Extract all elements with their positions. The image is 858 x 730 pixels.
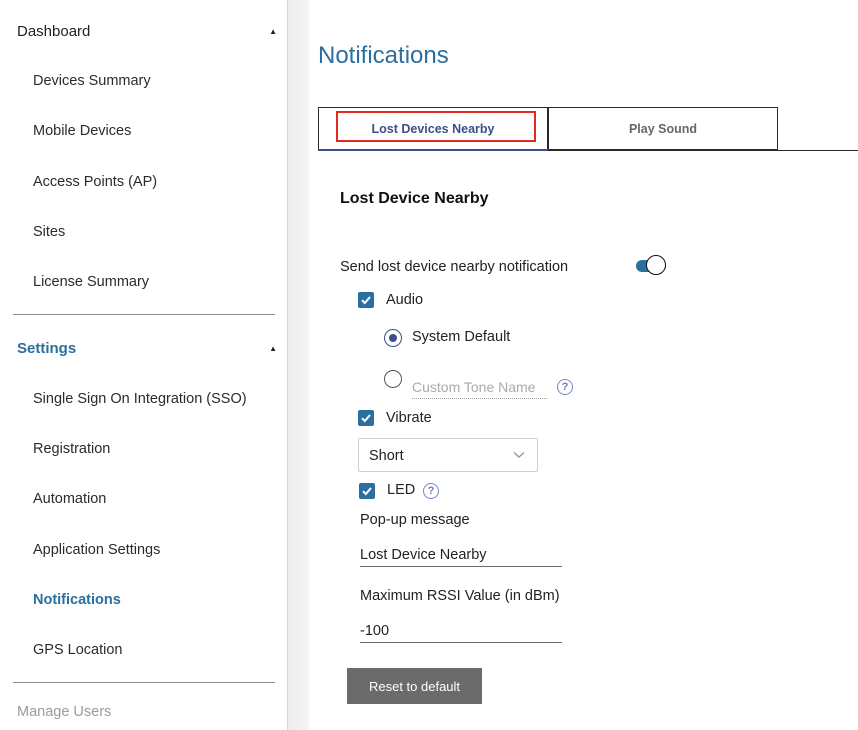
active-tab-indicator xyxy=(318,149,548,151)
sidebar-item-gps-location[interactable]: GPS Location xyxy=(33,637,122,663)
popup-message-input[interactable] xyxy=(360,544,562,567)
sidebar-gutter xyxy=(288,0,309,730)
sidebar-item-registration[interactable]: Registration xyxy=(33,436,110,462)
sidebar-section-label: Settings xyxy=(17,339,77,357)
popup-message-label: Pop-up message xyxy=(360,512,470,528)
tab-label: Play Sound xyxy=(628,121,698,136)
select-value: Short xyxy=(369,448,404,464)
sidebar-item-manage-users[interactable]: Manage Users xyxy=(17,704,111,720)
caret-up-icon: ▲ xyxy=(269,343,277,353)
chevron-down-icon xyxy=(513,451,525,458)
sidebar-divider xyxy=(13,682,275,683)
sidebar-item-application-settings[interactable]: Application Settings xyxy=(33,537,160,563)
sidebar-item-notifications[interactable]: Notifications xyxy=(33,587,121,613)
sidebar-item-mobile-devices[interactable]: Mobile Devices xyxy=(33,118,131,144)
help-icon[interactable]: ? xyxy=(557,379,573,395)
sidebar-item-sites[interactable]: Sites xyxy=(33,219,65,245)
tab-play-sound[interactable]: Play Sound xyxy=(548,107,778,150)
sidebar-item-license-summary[interactable]: License Summary xyxy=(33,269,149,295)
sidebar-section-settings[interactable]: Settings ▲ xyxy=(17,333,279,363)
audio-label: Audio xyxy=(386,292,424,308)
vibrate-checkbox[interactable] xyxy=(358,410,374,426)
system-default-radio[interactable] xyxy=(384,329,402,347)
rssi-label: Maximum RSSI Value (in dBm) xyxy=(360,588,560,604)
reset-to-default-button[interactable]: Reset to default xyxy=(347,668,482,704)
page-title: Notifications xyxy=(318,42,449,69)
caret-up-icon: ▲ xyxy=(269,26,277,36)
led-checkbox[interactable] xyxy=(359,483,375,499)
system-default-label: System Default xyxy=(412,329,511,345)
sidebar-item-sso[interactable]: Single Sign On Integration (SSO) xyxy=(33,386,247,412)
sidebar-item-automation[interactable]: Automation xyxy=(33,486,106,512)
send-notification-toggle[interactable] xyxy=(636,255,669,277)
help-icon[interactable]: ? xyxy=(423,483,439,499)
checkmark-icon xyxy=(361,296,371,305)
section-title: Lost Device Nearby xyxy=(340,190,489,207)
sidebar-item-devices-summary[interactable]: Devices Summary xyxy=(33,68,151,94)
sidebar-item-access-points[interactable]: Access Points (AP) xyxy=(33,169,157,195)
tab-highlight-box xyxy=(336,111,536,142)
led-label: LED xyxy=(387,482,416,498)
sidebar-section-label: Dashboard xyxy=(17,22,91,40)
audio-checkbox[interactable] xyxy=(358,292,374,308)
custom-tone-input[interactable] xyxy=(412,376,547,399)
rssi-input[interactable] xyxy=(360,620,562,643)
custom-tone-radio[interactable] xyxy=(384,370,402,388)
send-notification-label: Send lost device nearby notification xyxy=(340,259,569,275)
checkmark-icon xyxy=(362,487,372,496)
checkmark-icon xyxy=(361,414,371,423)
sidebar-section-dashboard[interactable]: Dashboard ▲ xyxy=(17,16,279,46)
toggle-knob xyxy=(646,255,666,275)
vibrate-pattern-select[interactable]: Short xyxy=(358,438,538,472)
sidebar: Dashboard ▲ Devices Summary Mobile Devic… xyxy=(0,0,288,730)
vibrate-label: Vibrate xyxy=(386,410,432,426)
sidebar-divider xyxy=(13,314,275,315)
